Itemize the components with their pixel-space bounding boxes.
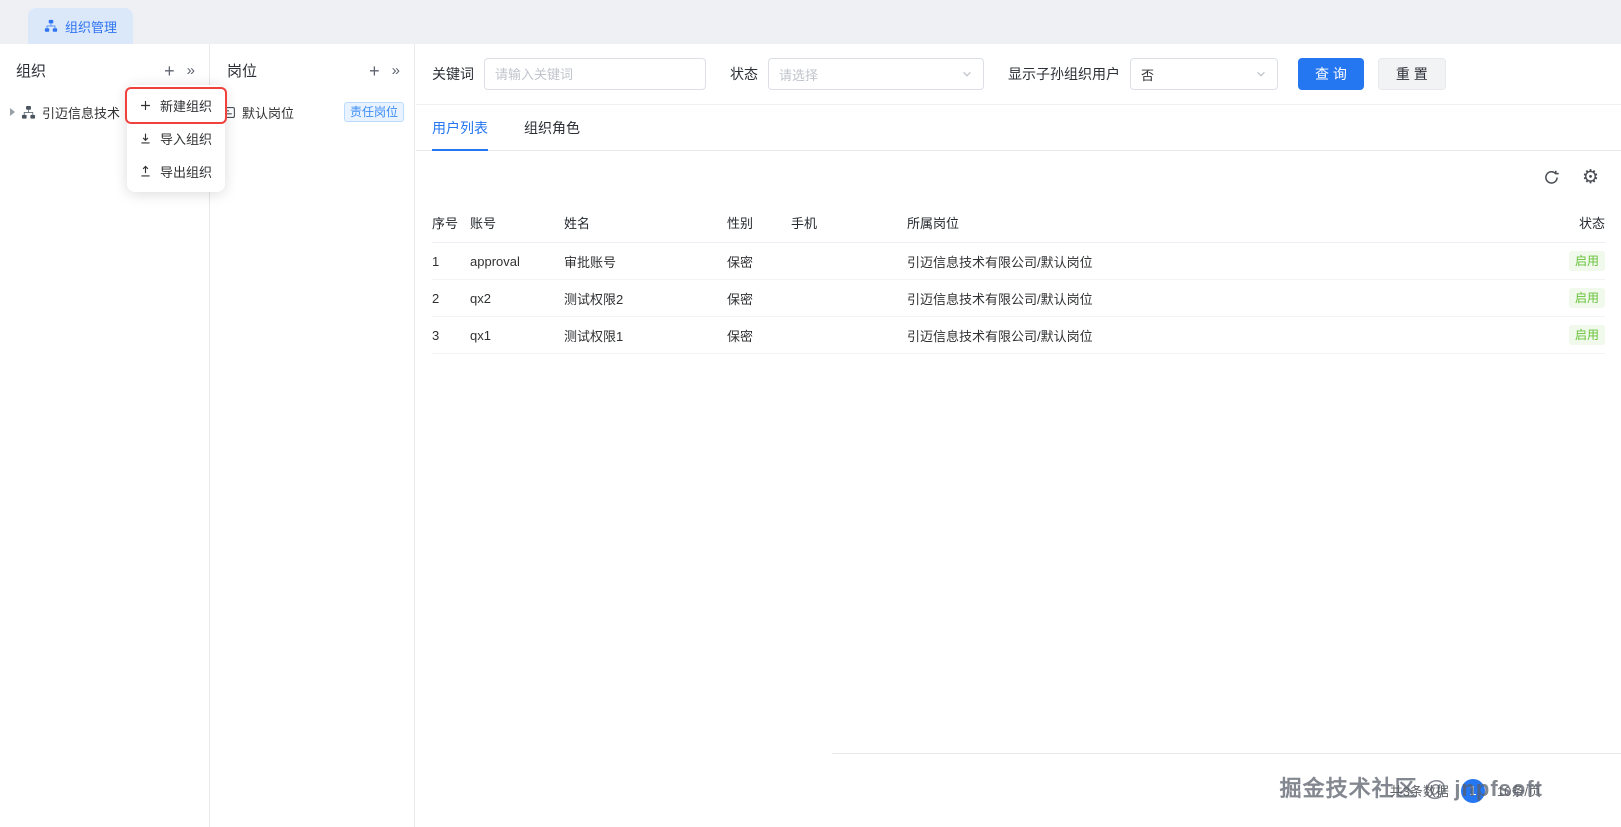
cell-position: 引迈信息技术有限公司/默认岗位 bbox=[907, 328, 1093, 344]
col-gender: 性别 bbox=[727, 216, 754, 231]
tab-label: 组织管理 bbox=[65, 19, 118, 35]
org-node-icon bbox=[21, 105, 36, 119]
org-chart-icon bbox=[44, 19, 58, 33]
collapse-panel-icon[interactable]: » bbox=[187, 63, 195, 78]
col-account: 账号 bbox=[470, 216, 497, 231]
collapse-position-panel-icon[interactable]: » bbox=[392, 63, 400, 78]
cell-name: 审批账号 bbox=[564, 254, 617, 270]
filter-bar: 关键词 状态 请选择 显示子孙组织用户 否 查 询 重 置 bbox=[416, 44, 1621, 105]
keyword-label: 关键词 bbox=[432, 66, 474, 82]
cell-position: 引迈信息技术有限公司/默认岗位 bbox=[907, 254, 1093, 270]
menu-item-import-organization[interactable]: 导入组织 bbox=[127, 122, 225, 155]
menu-item-label: 新建组织 bbox=[160, 99, 213, 114]
chevron-down-icon bbox=[1257, 71, 1265, 77]
status-label: 状态 bbox=[730, 66, 758, 82]
user-table: 序号 账号 姓名 性别 手机 所属岗位 状态 1 approval 审批账号 保… bbox=[416, 203, 1621, 354]
organization-context-menu: 新建组织 导入组织 导出组织 bbox=[127, 85, 225, 192]
chevron-down-icon bbox=[963, 71, 971, 77]
pagination-total: 共3条数据 bbox=[1389, 784, 1449, 799]
plus-icon bbox=[141, 101, 150, 110]
col-status: 状态 bbox=[1578, 216, 1605, 231]
table-row: 3 qx1 测试权限1 保密 引迈信息技术有限公司/默认岗位 启用 bbox=[432, 317, 1605, 354]
col-name: 姓名 bbox=[564, 216, 591, 231]
cell-index: 3 bbox=[432, 327, 440, 343]
cell-position: 引迈信息技术有限公司/默认岗位 bbox=[907, 291, 1093, 307]
col-index: 序号 bbox=[432, 216, 459, 231]
tab-org-roles[interactable]: 组织角色 bbox=[524, 105, 580, 150]
refresh-icon[interactable] bbox=[1543, 169, 1560, 186]
gear-icon[interactable]: ⚙ bbox=[1582, 167, 1599, 187]
cell-name: 测试权限1 bbox=[564, 328, 624, 344]
menu-item-new-organization[interactable]: 新建组织 bbox=[127, 89, 225, 122]
position-list-item[interactable]: 默认岗位 责任岗位 bbox=[211, 95, 414, 129]
main-content: 关键词 状态 请选择 显示子孙组织用户 否 查 询 重 置 用户列表 组织角色 … bbox=[416, 44, 1621, 827]
col-position: 所属岗位 bbox=[907, 216, 960, 231]
menu-item-label: 导入组织 bbox=[160, 132, 213, 147]
cell-gender: 保密 bbox=[727, 328, 754, 344]
keyword-input[interactable] bbox=[484, 58, 706, 90]
pagination-bar: 共3条数据 1 10条/页 bbox=[832, 753, 1621, 827]
status-select-placeholder: 请选择 bbox=[779, 67, 819, 83]
descendant-users-select[interactable]: 否 bbox=[1130, 58, 1278, 90]
top-tab-bar: 组织管理 bbox=[0, 0, 1621, 44]
cell-account: qx2 bbox=[470, 290, 491, 306]
org-tree-item-label: 引迈信息技术 bbox=[42, 105, 121, 121]
table-row: 2 qx2 测试权限2 保密 引迈信息技术有限公司/默认岗位 启用 bbox=[432, 280, 1605, 317]
table-header-row: 序号 账号 姓名 性别 手机 所属岗位 状态 bbox=[432, 203, 1605, 243]
cell-name: 测试权限2 bbox=[564, 291, 624, 307]
tab-org-management[interactable]: 组织管理 bbox=[28, 8, 134, 44]
position-panel-header: 岗位 + » bbox=[211, 44, 414, 91]
add-position-icon[interactable]: + bbox=[369, 62, 380, 80]
cell-gender: 保密 bbox=[727, 254, 754, 270]
menu-item-export-organization[interactable]: 导出组织 bbox=[127, 155, 225, 188]
status-badge: 启用 bbox=[1568, 288, 1605, 308]
col-phone: 手机 bbox=[791, 216, 818, 231]
status-badge: 启用 bbox=[1568, 251, 1605, 271]
pagination-page-1[interactable]: 1 bbox=[1460, 778, 1485, 803]
pagination-page-size[interactable]: 10条/页 bbox=[1497, 781, 1541, 800]
cell-index: 1 bbox=[432, 253, 440, 269]
add-organization-icon[interactable]: + bbox=[164, 62, 175, 80]
organization-panel-title: 组织 bbox=[16, 63, 47, 80]
status-badge: 启用 bbox=[1568, 325, 1605, 345]
position-panel: 岗位 + » 默认岗位 责任岗位 bbox=[211, 44, 415, 827]
table-toolbar: ⚙ bbox=[416, 151, 1621, 203]
search-button[interactable]: 查 询 bbox=[1298, 58, 1364, 90]
tree-expand-caret-icon[interactable] bbox=[10, 108, 15, 116]
menu-item-label: 导出组织 bbox=[160, 165, 213, 180]
responsible-position-tag: 责任岗位 bbox=[343, 102, 404, 122]
import-download-icon bbox=[141, 133, 150, 144]
cell-index: 2 bbox=[432, 290, 440, 306]
cell-gender: 保密 bbox=[727, 291, 754, 307]
export-upload-icon bbox=[141, 165, 150, 177]
position-panel-title: 岗位 bbox=[227, 63, 258, 80]
table-row: 1 approval 审批账号 保密 引迈信息技术有限公司/默认岗位 启用 bbox=[432, 243, 1605, 280]
tab-user-list[interactable]: 用户列表 bbox=[432, 105, 488, 151]
descendant-users-value: 否 bbox=[1141, 67, 1155, 83]
cell-account: approval bbox=[470, 253, 520, 269]
organization-panel-header: 组织 + » bbox=[0, 44, 209, 91]
status-select[interactable]: 请选择 bbox=[768, 58, 984, 90]
descendant-users-label: 显示子孙组织用户 bbox=[1008, 66, 1120, 82]
position-item-label: 默认岗位 bbox=[242, 105, 295, 121]
content-tabs: 用户列表 组织角色 bbox=[416, 105, 1621, 151]
reset-button[interactable]: 重 置 bbox=[1377, 58, 1446, 90]
cell-account: qx1 bbox=[470, 327, 491, 343]
